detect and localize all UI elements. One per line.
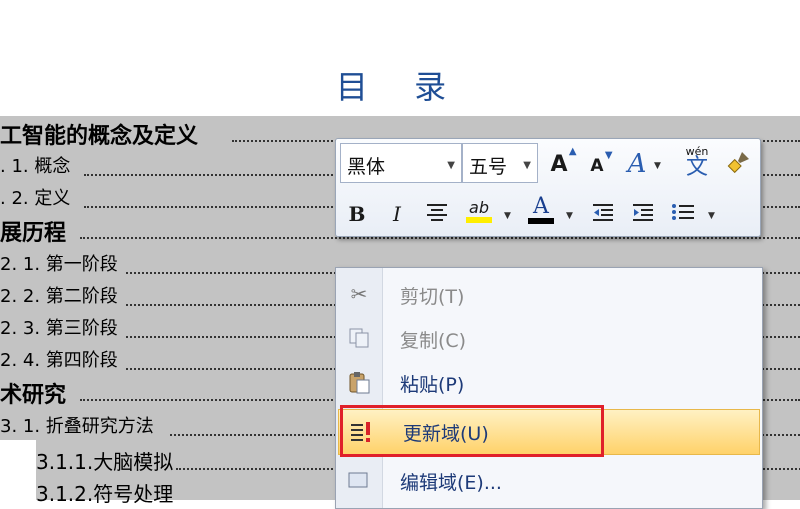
- toc-entry-text: 2. 2. 第二阶段: [0, 286, 118, 307]
- copy-icon: [344, 324, 374, 352]
- menu-item-label: 粘贴(P): [400, 374, 465, 396]
- toc-leader-dots: [80, 237, 800, 239]
- context-menu: ✂ 剪切(T) 复制(C) 粘贴(P) 更新域(U) 编辑域(E)...: [335, 267, 763, 509]
- chevron-down-icon[interactable]: ▼: [523, 160, 531, 171]
- italic-button[interactable]: I: [382, 197, 412, 231]
- decrease-indent-button[interactable]: [588, 197, 618, 231]
- text-style-icon: A: [627, 149, 647, 179]
- highlight-color-button[interactable]: ab: [464, 193, 494, 227]
- paste-icon: [344, 368, 374, 396]
- grow-font-button[interactable]: A ▲: [544, 145, 577, 181]
- scissors-icon: ✂: [350, 282, 368, 306]
- phonetic-guide-icon: 文: [685, 154, 708, 180]
- unselected-margin: [0, 440, 36, 500]
- menu-item-label: 剪切(T): [400, 286, 465, 308]
- chevron-down-icon[interactable]: ▼: [654, 161, 661, 171]
- decrease-indent-icon: [592, 202, 614, 226]
- center-align-icon: [426, 202, 448, 226]
- font-size-value: 五号: [469, 156, 508, 178]
- increase-indent-icon: [632, 202, 654, 226]
- toc-entry-text: . 1. 概念: [0, 156, 71, 177]
- font-name-value: 黑体: [347, 156, 386, 178]
- chevron-down-icon[interactable]: ▼: [566, 211, 573, 221]
- chevron-down-icon[interactable]: ▼: [708, 211, 715, 221]
- highlight-icon: ab: [469, 197, 489, 217]
- font-color-button[interactable]: A: [526, 193, 556, 227]
- highlight-color-bar: [466, 216, 492, 223]
- toc-entry-text: 术研究: [0, 383, 67, 407]
- shrink-font-button[interactable]: A ▼: [582, 149, 612, 183]
- toc-title: 目 录: [335, 68, 465, 106]
- bold-button[interactable]: B: [342, 197, 372, 231]
- font-color-bar: [528, 218, 554, 224]
- font-name-combo[interactable]: 黑体 ▼: [340, 143, 462, 183]
- menu-item-cut[interactable]: ✂ 剪切(T): [336, 272, 762, 316]
- toc-entry-text: 2. 1. 第一阶段: [0, 254, 118, 275]
- edit-field-icon: [344, 466, 374, 494]
- toc-entry-text: 2. 3. 第三阶段: [0, 318, 118, 339]
- toc-entry-text: 工智能的概念及定义: [0, 124, 199, 148]
- center-align-button[interactable]: [422, 197, 452, 231]
- toc-entry-text: 3. 1. 折叠研究方法: [0, 416, 154, 437]
- shrink-font-icon: A ▼: [590, 150, 613, 176]
- text-style-button[interactable]: A: [622, 147, 652, 181]
- increase-indent-button[interactable]: [628, 197, 658, 231]
- menu-item-paste[interactable]: 粘贴(P): [336, 360, 762, 404]
- annotation-highlight-box: [340, 405, 604, 457]
- bullets-button[interactable]: [668, 197, 698, 231]
- menu-item-label: 复制(C): [400, 330, 467, 352]
- menu-item-label: 编辑域(E)...: [400, 472, 502, 494]
- menu-item-edit-field[interactable]: 编辑域(E)...: [336, 458, 762, 502]
- font-color-icon: A: [533, 194, 549, 219]
- toc-entry-text: 3.1.1.大脑模拟: [36, 450, 174, 474]
- chevron-down-icon[interactable]: ▼: [504, 211, 511, 221]
- format-painter-icon: [726, 149, 752, 180]
- grow-font-icon: A ▲: [550, 145, 577, 177]
- toc-entry-text: 3.1.2.符号处理: [36, 482, 174, 506]
- bullets-icon: [671, 202, 695, 226]
- toc-entry-text: 2. 4. 第四阶段: [0, 350, 118, 371]
- font-size-combo[interactable]: 五号 ▼: [462, 143, 538, 183]
- menu-item-copy[interactable]: 复制(C): [336, 316, 762, 360]
- chevron-down-icon[interactable]: ▼: [447, 160, 455, 171]
- toc-entry-text: . 2. 定义: [0, 188, 71, 209]
- toc-entry-text: 展历程: [0, 221, 67, 245]
- phonetic-guide-button[interactable]: wén 文: [682, 145, 712, 179]
- mini-toolbar: 黑体 ▼ 五号 ▼ A▲ A▼ A ▼ wén 文 B I ab ▼ A ▼: [335, 138, 761, 237]
- format-painter-button[interactable]: [724, 147, 754, 181]
